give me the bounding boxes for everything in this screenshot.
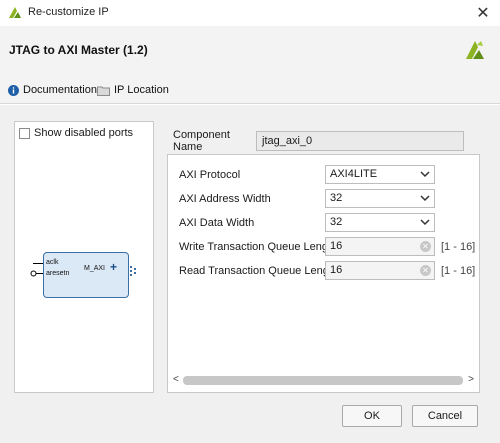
aresetn-pin-line bbox=[36, 273, 43, 274]
axi-protocol-select[interactable]: AXI4LITE bbox=[325, 165, 435, 184]
chevron-down-icon bbox=[420, 195, 430, 202]
horizontal-scrollbar[interactable]: < > bbox=[171, 374, 476, 388]
vivado-app-icon bbox=[9, 7, 21, 18]
clear-icon[interactable]: ✕ bbox=[420, 265, 431, 276]
ip-location-link[interactable]: IP Location bbox=[97, 84, 169, 96]
component-name-input[interactable]: jtag_axi_0 bbox=[256, 131, 464, 151]
scroll-right-arrow[interactable]: > bbox=[468, 374, 474, 385]
vivado-logo-icon bbox=[466, 41, 484, 59]
dialog-content: Show disabled ports aclk aresetn M_AXI +… bbox=[0, 105, 500, 443]
window-title: Re-customize IP bbox=[28, 6, 109, 18]
scrollbar-thumb[interactable] bbox=[183, 376, 463, 385]
axi-protocol-value: AXI4LITE bbox=[330, 168, 378, 180]
documentation-link[interactable]: Documentation bbox=[8, 84, 97, 96]
info-icon bbox=[8, 84, 19, 96]
axi-data-width-value: 32 bbox=[330, 216, 343, 228]
param-row-axi-address-width: AXI Address Width 32 bbox=[168, 188, 481, 210]
write-queue-length-label: Write Transaction Queue Length bbox=[179, 241, 338, 253]
close-icon[interactable]: ✕ bbox=[474, 3, 492, 23]
component-name-row: Component Name jtag_axi_0 bbox=[173, 129, 464, 153]
show-disabled-ports-checkbox[interactable]: Show disabled ports bbox=[19, 127, 133, 139]
dialog-header: JTAG to AXI Master (1.2) bbox=[0, 26, 500, 76]
component-name-label: Component Name bbox=[173, 129, 230, 153]
ip-location-label: IP Location bbox=[114, 84, 169, 96]
link-bar: Documentation IP Location bbox=[0, 76, 500, 104]
axi-address-width-label: AXI Address Width bbox=[179, 193, 271, 205]
scroll-left-arrow[interactable]: < bbox=[173, 374, 179, 385]
read-queue-length-label: Read Transaction Queue Length bbox=[179, 265, 339, 277]
symbol-panel: Show disabled ports aclk aresetn M_AXI + bbox=[14, 121, 154, 393]
aclk-pin-line bbox=[33, 263, 43, 264]
chevron-down-icon bbox=[420, 219, 430, 226]
parameters-panel: AXI Protocol AXI4LITE AXI Address Width … bbox=[167, 154, 480, 393]
param-row-axi-data-width: AXI Data Width 32 bbox=[168, 212, 481, 234]
ok-button[interactable]: OK bbox=[342, 405, 402, 427]
param-row-write-queue-length: Write Transaction Queue Length 16 ✕ [1 -… bbox=[168, 236, 481, 258]
show-disabled-ports-label: Show disabled ports bbox=[34, 127, 134, 139]
pin-aclk: aclk bbox=[46, 259, 59, 266]
axi-protocol-label: AXI Protocol bbox=[179, 169, 241, 181]
cancel-button[interactable]: Cancel bbox=[412, 405, 478, 427]
title-bar: Re-customize IP ✕ bbox=[0, 0, 500, 26]
reset-bubble-icon bbox=[30, 270, 37, 277]
interface-port-icon bbox=[130, 266, 136, 276]
axi-data-width-select[interactable]: 32 bbox=[325, 213, 435, 232]
pin-aresetn: aresetn bbox=[46, 270, 70, 277]
axi-address-width-select[interactable]: 32 bbox=[325, 189, 435, 208]
axi-address-width-value: 32 bbox=[330, 192, 343, 204]
param-row-axi-protocol: AXI Protocol AXI4LITE bbox=[168, 164, 481, 186]
ip-block-symbol: aclk aresetn M_AXI + bbox=[43, 252, 129, 298]
documentation-label: Documentation bbox=[23, 84, 97, 96]
read-queue-length-range: [1 - 16] bbox=[441, 265, 476, 277]
checkbox-box[interactable] bbox=[19, 127, 30, 139]
write-queue-length-range: [1 - 16] bbox=[441, 241, 476, 253]
ip-title: JTAG to AXI Master (1.2) bbox=[9, 43, 148, 57]
pin-m-axi: M_AXI bbox=[84, 265, 106, 272]
param-row-read-queue-length: Read Transaction Queue Length 16 ✕ [1 - … bbox=[168, 260, 481, 282]
expand-plus-icon[interactable]: + bbox=[110, 260, 117, 274]
write-queue-length-input[interactable]: 16 ✕ bbox=[325, 237, 435, 256]
read-queue-length-input[interactable]: 16 ✕ bbox=[325, 261, 435, 280]
folder-icon bbox=[97, 86, 110, 96]
axi-data-width-label: AXI Data Width bbox=[179, 217, 255, 229]
read-queue-length-value: 16 bbox=[330, 264, 343, 276]
write-queue-length-value: 16 bbox=[330, 240, 343, 252]
chevron-down-icon bbox=[420, 171, 430, 178]
clear-icon[interactable]: ✕ bbox=[420, 241, 431, 252]
